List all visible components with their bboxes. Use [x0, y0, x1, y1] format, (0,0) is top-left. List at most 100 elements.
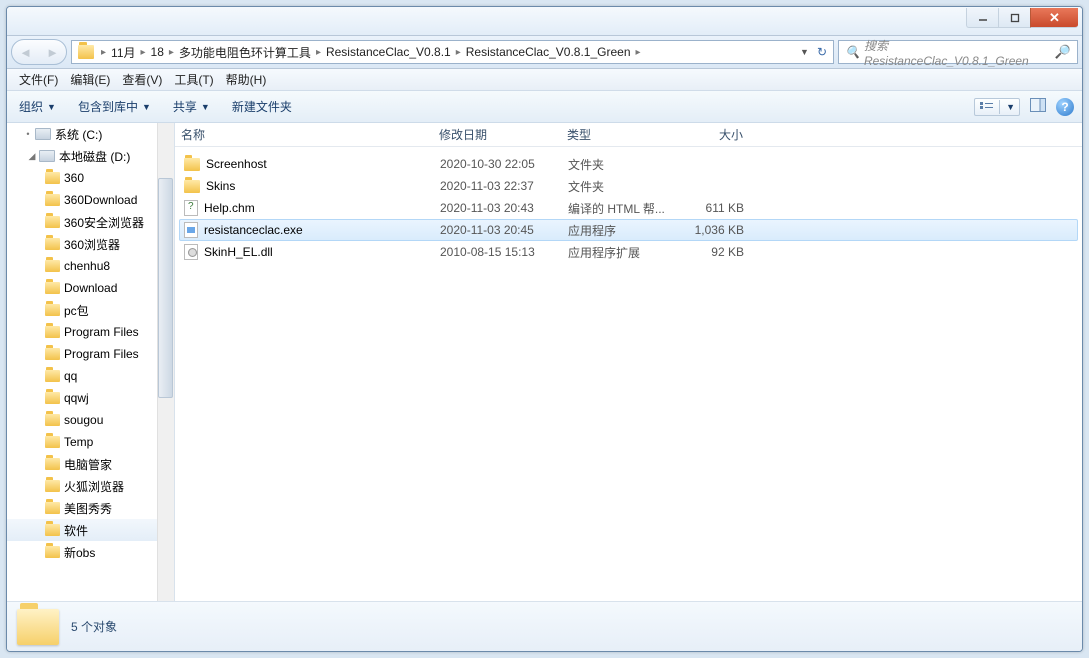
breadcrumb-sep[interactable]: ▸: [138, 47, 149, 58]
nav-back-forward[interactable]: ◄ ►: [11, 39, 67, 65]
tree-label: Program Files: [64, 347, 139, 361]
col-type[interactable]: 类型: [561, 126, 679, 143]
breadcrumb-sep[interactable]: ▸: [313, 47, 324, 58]
breadcrumb-item[interactable]: 多功能电阻色环计算工具: [177, 44, 313, 61]
toolbar: 组织▼ 包含到库中▼ 共享▼ 新建文件夹 ▼ ?: [7, 91, 1082, 123]
address-bar[interactable]: ▸ 11月 ▸ 18 ▸ 多功能电阻色环计算工具 ▸ ResistanceCla…: [71, 40, 834, 64]
refresh-icon[interactable]: ↻: [817, 45, 827, 59]
status-bar: 5 个对象: [7, 601, 1082, 651]
file-date: 2020-11-03 22:37: [434, 179, 562, 193]
address-row: ◄ ► ▸ 11月 ▸ 18 ▸ 多功能电阻色环计算工具 ▸ Resistanc…: [7, 36, 1082, 69]
tree-label: 360安全浏览器: [64, 214, 144, 231]
folder-icon: [45, 502, 60, 514]
tree-item[interactable]: 360Download: [7, 189, 174, 211]
folder-icon: [45, 524, 60, 536]
file-date: 2020-10-30 22:05: [434, 157, 562, 171]
breadcrumb-sep[interactable]: ▸: [633, 47, 644, 58]
back-icon[interactable]: ◄: [19, 45, 32, 60]
share-button[interactable]: 共享▼: [169, 95, 214, 118]
menubar: 文件(F) 编辑(E) 查看(V) 工具(T) 帮助(H): [7, 69, 1082, 91]
folder-icon: [45, 282, 60, 294]
file-row[interactable]: SkinH_EL.dll2010-08-15 15:13应用程序扩展92 KB: [179, 241, 1078, 263]
search-go-icon[interactable]: 🔎: [1055, 44, 1071, 60]
menu-view[interactable]: 查看(V): [116, 69, 168, 90]
tree-item[interactable]: 360浏览器: [7, 233, 174, 255]
folder-icon: [45, 216, 60, 228]
forward-icon[interactable]: ►: [46, 45, 59, 60]
breadcrumb-item[interactable]: 18: [149, 45, 166, 59]
include-button[interactable]: 包含到库中▼: [74, 95, 155, 118]
file-type: 文件夹: [562, 178, 680, 195]
menu-tools[interactable]: 工具(T): [168, 69, 219, 90]
preview-pane-button[interactable]: [1030, 98, 1046, 115]
file-row[interactable]: resistanceclac.exe2020-11-03 20:45应用程序1,…: [179, 219, 1078, 241]
maximize-button[interactable]: [998, 8, 1030, 28]
breadcrumb-item[interactable]: ResistanceClac_V0.8.1: [324, 45, 453, 59]
folder-icon: [45, 392, 60, 404]
file-date: 2020-11-03 20:43: [434, 201, 562, 215]
help-icon[interactable]: ?: [1056, 98, 1074, 116]
tree-label: pc包: [64, 302, 89, 319]
col-date[interactable]: 修改日期: [433, 126, 561, 143]
breadcrumb-item[interactable]: ResistanceClac_V0.8.1_Green: [464, 45, 633, 59]
tree-item[interactable]: Download: [7, 277, 174, 299]
col-size[interactable]: 大小: [679, 126, 749, 143]
file-row[interactable]: Skins2020-11-03 22:37文件夹: [179, 175, 1078, 197]
file-type: 应用程序: [562, 222, 680, 239]
organize-button[interactable]: 组织▼: [15, 95, 60, 118]
minimize-button[interactable]: [966, 8, 998, 28]
tree-item[interactable]: Program Files: [7, 321, 174, 343]
tree-item[interactable]: pc包: [7, 299, 174, 321]
file-row[interactable]: Help.chm2020-11-03 20:43编译的 HTML 帮...611…: [179, 197, 1078, 219]
folder-icon: [45, 260, 60, 272]
folder-icon: [45, 304, 60, 316]
tree-item[interactable]: qq: [7, 365, 174, 387]
drive-icon: [39, 150, 55, 162]
tree-item[interactable]: Program Files: [7, 343, 174, 365]
tree-item[interactable]: ◢本地磁盘 (D:): [7, 145, 174, 167]
tree-item[interactable]: Temp: [7, 431, 174, 453]
tree-item[interactable]: 软件: [7, 519, 174, 541]
dll-icon: [184, 244, 198, 260]
col-name[interactable]: 名称: [175, 126, 433, 143]
tree-item[interactable]: 美图秀秀: [7, 497, 174, 519]
tree-item[interactable]: •系统 (C:): [7, 123, 174, 145]
tree-label: 360浏览器: [64, 236, 120, 253]
file-name: SkinH_EL.dll: [204, 245, 273, 259]
list-view-icon: [979, 101, 995, 113]
tree-item[interactable]: 电脑管家: [7, 453, 174, 475]
tree-scrollbar[interactable]: [157, 123, 174, 601]
menu-help[interactable]: 帮助(H): [220, 69, 273, 90]
file-row[interactable]: Screenhost2020-10-30 22:05文件夹: [179, 153, 1078, 175]
close-button[interactable]: ✕: [1030, 8, 1078, 28]
tree-item[interactable]: 360: [7, 167, 174, 189]
tree-scroll-thumb[interactable]: [158, 178, 173, 398]
breadcrumb-sep[interactable]: ▸: [166, 47, 177, 58]
nav-tree[interactable]: •系统 (C:)◢本地磁盘 (D:)360360Download 360安全浏览器…: [7, 123, 175, 601]
breadcrumb-sep[interactable]: ▸: [453, 47, 464, 58]
titlebar: ✕: [7, 7, 1082, 36]
tree-item[interactable]: sougou: [7, 409, 174, 431]
file-list[interactable]: Screenhost2020-10-30 22:05文件夹Skins2020-1…: [175, 147, 1082, 601]
menu-edit[interactable]: 编辑(E): [64, 69, 116, 90]
view-dropdown-icon[interactable]: ▼: [1006, 102, 1015, 112]
view-mode-button[interactable]: ▼: [974, 98, 1020, 116]
breadcrumb-item[interactable]: 11月: [109, 44, 137, 61]
tree-label: 系统 (C:): [55, 126, 102, 143]
breadcrumb-sep[interactable]: ▸: [98, 47, 109, 58]
tree-item[interactable]: 新obs: [7, 541, 174, 563]
folder-icon: [45, 326, 60, 338]
column-header[interactable]: 名称 修改日期 类型 大小: [175, 123, 1082, 147]
file-type: 文件夹: [562, 156, 680, 173]
tree-item[interactable]: 360安全浏览器: [7, 211, 174, 233]
file-size: 92 KB: [680, 245, 750, 259]
search-input[interactable]: 🔍 搜索 ResistanceClac_V0.8.1_Green 🔎: [838, 40, 1078, 64]
tree-item[interactable]: 火狐浏览器: [7, 475, 174, 497]
address-dropdown-icon[interactable]: ▼: [800, 47, 809, 57]
tree-item[interactable]: qqwj: [7, 387, 174, 409]
menu-file[interactable]: 文件(F): [13, 69, 64, 90]
body-split: •系统 (C:)◢本地磁盘 (D:)360360Download 360安全浏览器…: [7, 123, 1082, 601]
newfolder-button[interactable]: 新建文件夹: [228, 95, 296, 118]
folder-icon: [45, 458, 60, 470]
tree-item[interactable]: chenhu8: [7, 255, 174, 277]
